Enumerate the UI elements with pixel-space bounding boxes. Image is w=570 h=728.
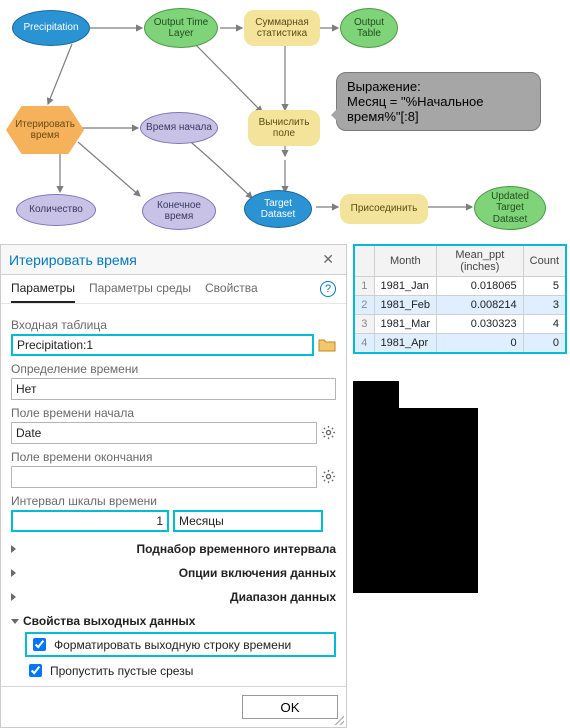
node-updated-target[interactable]: Updated Target Dataset <box>474 186 546 230</box>
label-end-field: Поле времени окончания <box>11 450 336 464</box>
panel-title: Итерировать время <box>9 252 137 268</box>
interval-unit-select[interactable] <box>173 510 323 532</box>
label-interval: Интервал шкалы времени <box>11 494 336 508</box>
cell-mean: 0.030323 <box>437 315 524 334</box>
tab-parameters[interactable]: Параметры <box>11 281 75 303</box>
checkbox-skip-empty-label: Пропустить пустые срезы <box>50 664 193 678</box>
checkbox-format-string[interactable] <box>33 638 46 651</box>
cell-count: 4 <box>523 315 566 334</box>
col-mean[interactable]: Mean_ppt (inches) <box>437 245 524 277</box>
section-range[interactable]: Диапазон данных <box>11 590 336 604</box>
label-start-field: Поле времени начала <box>11 406 336 420</box>
table-row[interactable]: 3 1981_Mar 0.030323 4 <box>354 315 566 334</box>
expression-callout: Выражение: Месяц = "%Начальное время%"[:… <box>336 72 541 131</box>
checkbox-format-string-label: Форматировать выходную строку времени <box>54 638 291 652</box>
col-month[interactable]: Month <box>374 245 437 277</box>
tool-panel: Итерировать время ✕ Параметры Параметры … <box>0 244 347 728</box>
label-input-table: Входная таблица <box>11 318 336 332</box>
resize-handle[interactable] <box>332 713 344 725</box>
model-diagram: Precipitation Output Time Layer Суммарна… <box>0 0 570 244</box>
result-table: Month Mean_ppt (inches) Count 1 1981_Jan… <box>353 244 567 354</box>
section-include-label: Опции включения данных <box>179 566 336 580</box>
callout-line2: Месяц = "%Начальное время%"[:8] <box>347 94 530 124</box>
cell-mean: 0.018065 <box>437 277 524 296</box>
close-icon[interactable]: ✕ <box>318 251 338 268</box>
node-start-time[interactable]: Время начала <box>140 112 218 144</box>
row-num: 3 <box>354 315 374 334</box>
cell-count: 5 <box>523 277 566 296</box>
gear-icon[interactable] <box>321 425 336 441</box>
row-num: 2 <box>354 296 374 315</box>
section-subset[interactable]: Поднабор временного интервала <box>11 542 336 556</box>
tab-properties[interactable]: Свойства <box>205 281 258 303</box>
node-output-table[interactable]: Output Table <box>340 8 398 48</box>
callout-line1: Выражение: <box>347 79 530 94</box>
table-row[interactable]: 1 1981_Jan 0.018065 5 <box>354 277 566 296</box>
cell-month: 1981_Jan <box>374 277 437 296</box>
end-field-input[interactable] <box>11 466 317 488</box>
input-table-field[interactable] <box>11 334 314 356</box>
table-corner <box>354 245 374 277</box>
tab-environments[interactable]: Параметры среды <box>89 281 191 303</box>
col-count[interactable]: Count <box>523 245 566 277</box>
row-num: 4 <box>354 334 374 354</box>
cell-month: 1981_Apr <box>374 334 437 354</box>
checkbox-skip-empty-row[interactable]: Пропустить пустые срезы <box>25 661 336 680</box>
cell-mean: 0 <box>437 334 524 354</box>
node-precipitation[interactable]: Precipitation <box>12 10 90 46</box>
caret-right-icon <box>11 569 175 577</box>
node-output-time-layer[interactable]: Output Time Layer <box>144 8 218 48</box>
section-outprops-label: Свойства выходных данных <box>23 614 195 628</box>
browse-icon[interactable] <box>318 337 336 353</box>
table-row[interactable]: 4 1981_Apr 0 0 <box>354 334 566 354</box>
cell-count: 3 <box>523 296 566 315</box>
node-summary-stats[interactable]: Суммарная статистика <box>244 10 320 46</box>
cell-month: 1981_Mar <box>374 315 437 334</box>
section-subset-label: Поднабор временного интервала <box>136 542 336 556</box>
ok-button[interactable]: OK <box>242 695 338 719</box>
table-row[interactable]: 2 1981_Feb 0.008214 3 <box>354 296 566 315</box>
node-calc-field[interactable]: Вычислить поле <box>248 110 320 146</box>
gear-icon[interactable] <box>321 469 336 485</box>
node-end-time[interactable]: Конечное время <box>142 192 216 230</box>
node-append[interactable]: Присоединить <box>340 194 428 224</box>
section-range-label: Диапазон данных <box>230 590 336 604</box>
section-include[interactable]: Опции включения данных <box>11 566 336 580</box>
cell-month: 1981_Feb <box>374 296 437 315</box>
interval-number-input[interactable] <box>11 510 169 532</box>
caret-down-icon <box>11 619 19 624</box>
cell-mean: 0.008214 <box>437 296 524 315</box>
start-field-input[interactable] <box>11 422 317 444</box>
help-icon[interactable]: ? <box>320 281 336 297</box>
node-target-dataset[interactable]: Target Dataset <box>244 190 312 228</box>
caret-right-icon <box>11 593 226 601</box>
section-outprops[interactable]: Свойства выходных данных <box>11 614 336 628</box>
node-iterate-time[interactable]: Итерировать время <box>6 106 84 154</box>
time-def-field[interactable] <box>11 378 336 400</box>
panel-tabs: Параметры Параметры среды Свойства ? <box>1 275 346 304</box>
checkbox-format-string-row[interactable]: Форматировать выходную строку времени <box>25 632 336 657</box>
redacted-block <box>353 408 478 593</box>
node-count[interactable]: Количество <box>16 194 96 226</box>
checkbox-skip-empty[interactable] <box>29 664 42 677</box>
label-time-def: Определение времени <box>11 362 336 376</box>
cell-count: 0 <box>523 334 566 354</box>
row-num: 1 <box>354 277 374 296</box>
caret-right-icon <box>11 545 132 553</box>
